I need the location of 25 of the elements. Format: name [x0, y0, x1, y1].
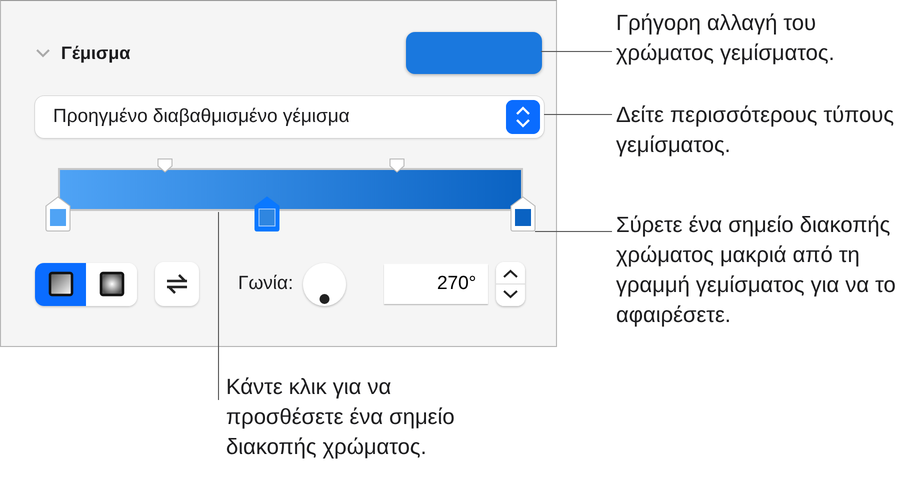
callout-text: Σύρετε ένα σημείο διακοπής χρώματος μακριά από τη γραμμή γεμίσματος για να το αφαιρέσετε.	[616, 211, 897, 329]
leader-line	[541, 51, 612, 52]
fill-type-dropdown[interactable]: Προηγμένο διαβαθμισμένο γέμισμα	[35, 96, 544, 138]
leader-line	[544, 114, 612, 115]
callout-text: Γρήγορη αλλαγή του χρώματος γεμίσματος.	[616, 9, 836, 67]
color-stop[interactable]	[45, 196, 71, 232]
angle-knob[interactable]	[303, 262, 346, 306]
color-stop[interactable]	[510, 196, 536, 232]
radial-gradient-icon	[98, 271, 124, 297]
linear-gradient-button[interactable]	[35, 262, 86, 306]
angle-stepper[interactable]	[496, 262, 526, 306]
callout-text: Δείτε περισσότερους τύπους γεμίσματος.	[616, 101, 895, 159]
angle-label: Γωνία:	[238, 272, 294, 296]
linear-gradient-icon	[48, 271, 74, 297]
swap-button[interactable]	[155, 262, 199, 306]
section-title: Γέμισμα	[61, 42, 130, 65]
gradient-bar[interactable]	[58, 168, 523, 211]
color-well[interactable]	[406, 32, 542, 74]
midpoint-handle[interactable]	[156, 158, 173, 173]
angle-field[interactable]: 270°	[384, 264, 488, 304]
radial-gradient-button[interactable]	[86, 262, 137, 306]
stepper-icon	[506, 100, 540, 134]
midpoint-handle[interactable]	[389, 158, 406, 173]
swap-arrows-icon	[165, 272, 189, 296]
callout-text: Κάντε κλικ για να προσθέσετε ένα σημείο διακοπής χρώματος.	[226, 373, 456, 461]
